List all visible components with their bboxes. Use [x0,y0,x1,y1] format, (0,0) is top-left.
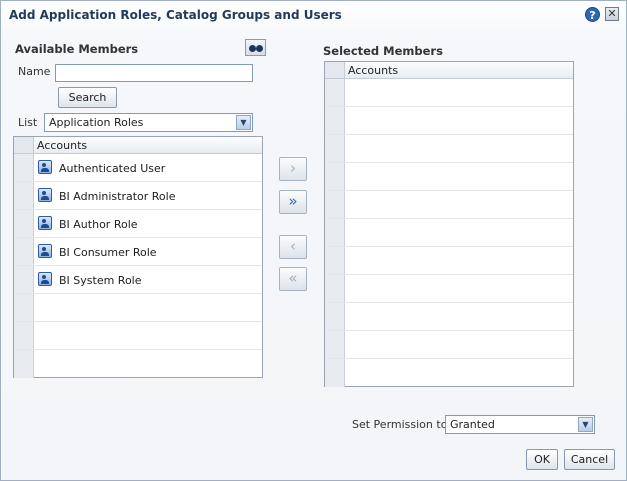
empty-row [325,303,573,331]
selected-members-heading: Selected Members [323,44,443,58]
select-all-corner[interactable] [14,137,34,153]
move-selected-button[interactable]: › [279,157,307,181]
table-row[interactable]: BI Administrator Role [14,182,262,210]
table-row[interactable]: Authenticated User [14,154,262,182]
name-label: Name [18,65,51,78]
ok-button[interactable]: OK [526,449,558,470]
empty-row [325,163,573,191]
chevron-down-icon[interactable]: ▼ [236,115,251,130]
selected-table-header: Accounts [325,62,573,79]
empty-row [325,247,573,275]
empty-row [325,135,573,163]
dialog-title: Add Application Roles, Catalog Groups an… [9,8,342,22]
name-input[interactable] [55,64,253,82]
column-header-accounts: Accounts [37,139,88,152]
empty-row [14,322,262,350]
list-select[interactable]: Application Roles ▼ [44,113,253,132]
chevron-down-icon[interactable]: ▼ [578,417,593,432]
list-select-value: Application Roles [49,116,144,129]
add-members-dialog: Add Application Roles, Catalog Groups an… [0,0,627,481]
permission-select-value: Granted [450,418,495,431]
empty-row [325,219,573,247]
row-label: BI Author Role [59,218,138,231]
close-icon[interactable]: ✕ [605,7,619,21]
row-label: BI Consumer Role [59,246,157,259]
remove-all-button[interactable]: « [279,267,307,291]
available-members-heading: Available Members [15,42,139,56]
empty-row [325,79,573,107]
available-table-header: Accounts [14,137,262,154]
table-row[interactable]: BI Author Role [14,210,262,238]
search-button[interactable]: Search [58,87,117,108]
row-label: Authenticated User [59,162,166,175]
empty-row [325,359,573,387]
table-row[interactable]: BI System Role [14,266,262,294]
list-label: List [18,116,38,129]
row-label: BI Administrator Role [59,190,176,203]
empty-row [325,107,573,135]
selected-members-table: Accounts [324,61,574,387]
empty-row [325,275,573,303]
set-permission-label: Set Permission to [352,418,448,431]
application-role-icon [38,160,52,174]
column-header-accounts: Accounts [348,64,399,77]
available-members-table: Accounts Authenticated User BI Administr… [13,136,263,378]
row-label: BI System Role [59,274,142,287]
empty-row [14,350,262,378]
select-all-corner[interactable] [325,62,345,78]
remove-selected-button[interactable]: ‹ [279,235,307,259]
table-row[interactable]: BI Consumer Role [14,238,262,266]
help-icon[interactable]: ? [585,7,600,22]
permission-select[interactable]: Granted ▼ [445,415,595,434]
application-role-icon [38,216,52,230]
binoculars-icon[interactable] [245,39,266,56]
application-role-icon [38,272,52,286]
move-all-button[interactable]: » [279,190,307,214]
empty-row [325,331,573,359]
application-role-icon [38,188,52,202]
empty-row [14,294,262,322]
cancel-button[interactable]: Cancel [564,449,615,470]
application-role-icon [38,244,52,258]
empty-row [325,191,573,219]
